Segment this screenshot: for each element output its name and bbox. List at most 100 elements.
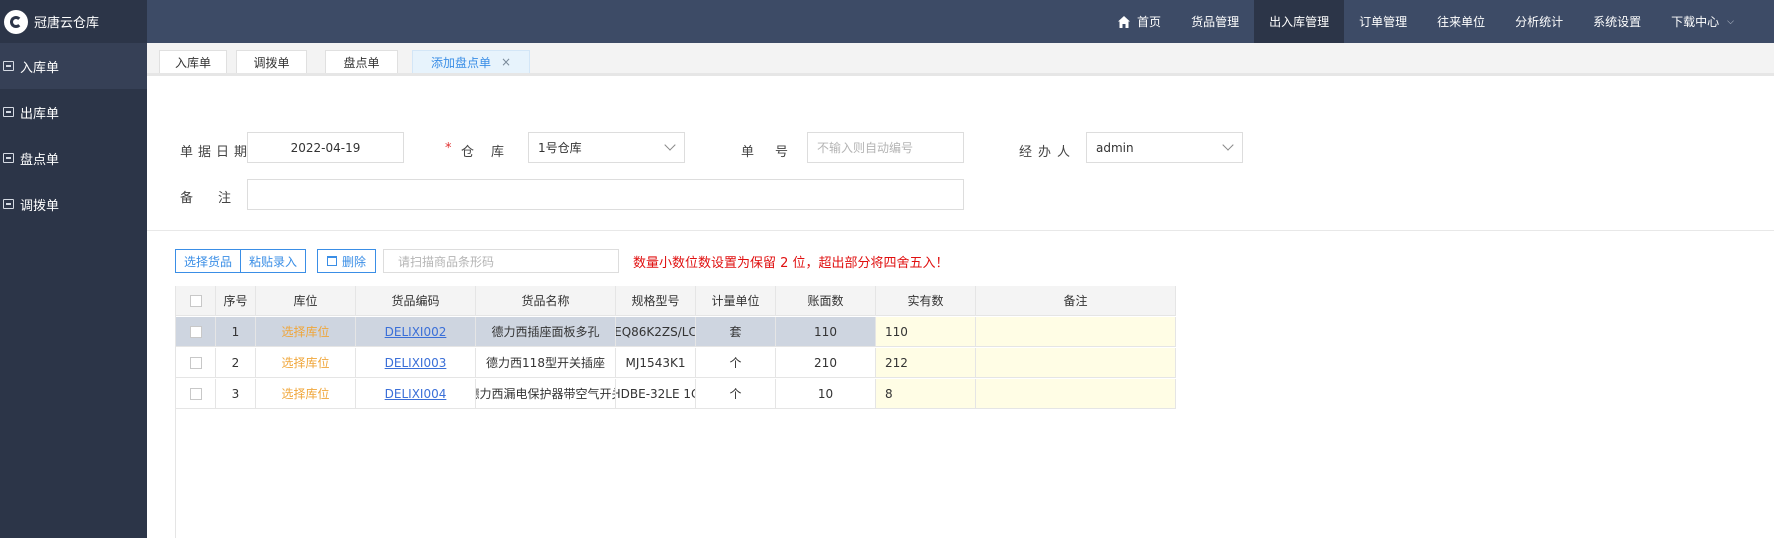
cell-spec: HDBE-32LE 1C bbox=[616, 379, 696, 409]
sidebar-item-transfer[interactable]: 调拨单 bbox=[0, 181, 147, 227]
close-icon[interactable]: × bbox=[501, 55, 511, 69]
nav-goods[interactable]: 货品管理 bbox=[1176, 0, 1254, 43]
cell-spec: EQ86K2ZS/LC bbox=[616, 317, 696, 347]
header-cell: 货品名称 bbox=[476, 286, 616, 316]
row-checkbox[interactable] bbox=[189, 387, 202, 400]
tab-label: 入库单 bbox=[174, 55, 211, 70]
folder-icon bbox=[3, 61, 14, 71]
select-location-link[interactable]: 选择库位 bbox=[256, 348, 356, 378]
date-label: 单据日期 bbox=[180, 145, 253, 160]
brand[interactable]: 冠唐云仓库 bbox=[0, 0, 147, 43]
stocktake-form: 单据日期 2022-04-19 * 仓 库 1号仓库 单 号 不输入则自动编号 … bbox=[147, 76, 1774, 231]
number-input[interactable]: 不输入则自动编号 bbox=[807, 132, 964, 163]
tab-transfer[interactable]: 调拨单 bbox=[236, 50, 307, 73]
cell-unit: 个 bbox=[696, 348, 776, 378]
actual-qty-input[interactable]: 212 bbox=[876, 348, 976, 378]
tab-label: 添加盘点单 bbox=[430, 55, 491, 70]
goods-code-link[interactable]: DELIXI002 bbox=[356, 317, 476, 347]
nav-partners[interactable]: 往来单位 bbox=[1422, 0, 1500, 43]
remark-input[interactable] bbox=[247, 179, 964, 210]
tab-add-stocktake[interactable]: 添加盘点单 × bbox=[412, 50, 530, 73]
chevron-down-icon: ⌵ bbox=[1727, 16, 1734, 27]
divider bbox=[147, 230, 1774, 231]
warehouse-label: 仓 库 bbox=[461, 145, 507, 160]
home-icon bbox=[1118, 15, 1131, 28]
table-row[interactable]: 1 选择库位 DELIXI002 德力西插座面板多孔 EQ86K2ZS/LC 套… bbox=[176, 317, 1176, 347]
sidebar-item-label: 盘点单 bbox=[20, 152, 60, 168]
select-all-checkbox[interactable] bbox=[189, 294, 202, 307]
row-remark-input[interactable] bbox=[976, 317, 1176, 347]
date-value: 2022-04-19 bbox=[290, 140, 361, 155]
button-label: 粘贴录入 bbox=[248, 254, 297, 269]
table-row[interactable]: 2 选择库位 DELIXI003 德力西118型开关插座 MJ1543K1 个 … bbox=[176, 348, 1176, 378]
goods-code-link[interactable]: DELIXI004 bbox=[356, 379, 476, 409]
nav-analytics[interactable]: 分析统计 bbox=[1500, 0, 1578, 43]
cell-book-qty: 110 bbox=[776, 317, 876, 347]
paste-entry-button[interactable]: 粘贴录入 bbox=[240, 249, 306, 273]
actual-qty-input[interactable]: 8 bbox=[876, 379, 976, 409]
header-cell: 备注 bbox=[976, 286, 1176, 316]
cell-name: 德力西漏电保护器带空气开关 bbox=[476, 379, 616, 409]
table-row[interactable]: 3 选择库位 DELIXI004 德力西漏电保护器带空气开关 HDBE-32LE… bbox=[176, 379, 1176, 409]
main-content: 入库单 调拨单 盘点单 添加盘点单 × 单据日期 2022-04-19 * 仓 … bbox=[147, 43, 1774, 538]
row-select-cell[interactable] bbox=[176, 317, 216, 347]
folder-icon bbox=[3, 199, 14, 209]
tab-label: 盘点单 bbox=[343, 55, 380, 70]
folder-icon bbox=[3, 153, 14, 163]
select-all-cell[interactable] bbox=[176, 286, 216, 316]
header-cell: 计量单位 bbox=[696, 286, 776, 316]
row-checkbox[interactable] bbox=[189, 325, 202, 338]
header-cell: 账面数 bbox=[776, 286, 876, 316]
nav-settings[interactable]: 系统设置 bbox=[1578, 0, 1656, 43]
actual-qty-input[interactable]: 110 bbox=[876, 317, 976, 347]
select-location-link[interactable]: 选择库位 bbox=[256, 379, 356, 409]
barcode-scan-input[interactable]: 请扫描商品条形码 bbox=[383, 249, 619, 273]
nav-label: 系统设置 bbox=[1593, 15, 1642, 29]
select-goods-button[interactable]: 选择货品 bbox=[175, 249, 241, 273]
header-cell: 规格型号 bbox=[616, 286, 696, 316]
tab-stocktake[interactable]: 盘点单 bbox=[325, 50, 398, 73]
delete-button[interactable]: 删除 bbox=[317, 249, 376, 273]
handler-select[interactable]: admin bbox=[1086, 132, 1243, 163]
trash-icon bbox=[326, 256, 337, 266]
nav-home[interactable]: 首页 bbox=[1102, 0, 1176, 43]
sidebar-item-label: 调拨单 bbox=[20, 198, 60, 214]
tab-label: 调拨单 bbox=[253, 55, 290, 70]
chevron-down-icon bbox=[664, 139, 676, 151]
cell-no: 3 bbox=[216, 379, 256, 409]
row-remark-input[interactable] bbox=[976, 348, 1176, 378]
nav-download[interactable]: 下载中心 ⌵ bbox=[1656, 0, 1774, 43]
sidebar: 入库单 出库单 盘点单 调拨单 bbox=[0, 43, 147, 538]
warehouse-select[interactable]: 1号仓库 bbox=[528, 132, 685, 163]
cell-name: 德力西118型开关插座 bbox=[476, 348, 616, 378]
nav-label: 订单管理 bbox=[1359, 15, 1408, 29]
goods-code-link[interactable]: DELIXI003 bbox=[356, 348, 476, 378]
header-cell: 序号 bbox=[216, 286, 256, 316]
sidebar-item-label: 出库单 bbox=[20, 106, 60, 122]
row-select-cell[interactable] bbox=[176, 379, 216, 409]
nav-orders[interactable]: 订单管理 bbox=[1344, 0, 1422, 43]
row-checkbox[interactable] bbox=[189, 356, 202, 369]
nav-inout[interactable]: 出入库管理 bbox=[1254, 0, 1345, 43]
header-cell: 实有数 bbox=[876, 286, 976, 316]
row-select-cell[interactable] bbox=[176, 348, 216, 378]
cell-unit: 套 bbox=[696, 317, 776, 347]
cell-no: 1 bbox=[216, 317, 256, 347]
row-remark-input[interactable] bbox=[976, 379, 1176, 409]
button-label: 删除 bbox=[341, 254, 366, 269]
sidebar-item-inbound[interactable]: 入库单 bbox=[0, 43, 147, 89]
number-placeholder: 不输入则自动编号 bbox=[817, 141, 914, 155]
scan-placeholder: 请扫描商品条形码 bbox=[398, 254, 495, 269]
nav-label: 货品管理 bbox=[1191, 15, 1240, 29]
sidebar-item-stocktake[interactable]: 盘点单 bbox=[0, 135, 147, 181]
tab-inbound[interactable]: 入库单 bbox=[159, 50, 227, 73]
main-nav: 首页 货品管理 出入库管理 订单管理 往来单位 分析统计 系统设置 下载中心 ⌵ bbox=[1102, 0, 1774, 43]
table-header: 序号 库位 货品编码 货品名称 规格型号 计量单位 账面数 实有数 备注 bbox=[176, 286, 1176, 316]
cell-book-qty: 10 bbox=[776, 379, 876, 409]
sidebar-item-outbound[interactable]: 出库单 bbox=[0, 89, 147, 135]
logo-icon bbox=[4, 9, 28, 34]
sidebar-item-label: 入库单 bbox=[20, 60, 60, 76]
cell-no: 2 bbox=[216, 348, 256, 378]
select-location-link[interactable]: 选择库位 bbox=[256, 317, 356, 347]
date-field[interactable]: 2022-04-19 bbox=[247, 132, 404, 163]
